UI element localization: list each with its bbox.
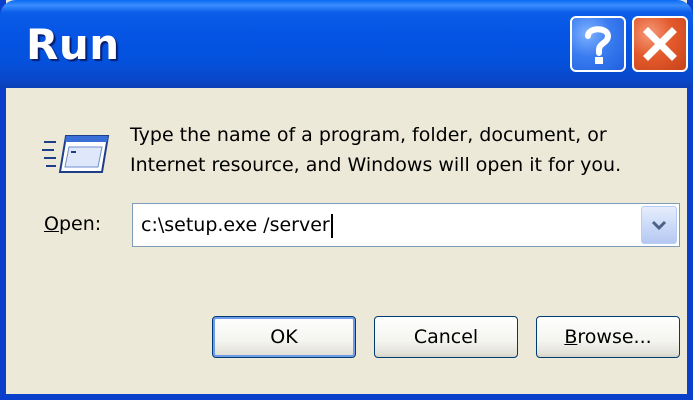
ok-button[interactable]: OK [212,316,356,358]
close-button[interactable] [632,16,688,72]
browse-accelerator: B [564,326,578,348]
title-bar[interactable]: Run [0,0,693,88]
browse-button[interactable]: Browse... [536,316,680,358]
window-title: Run [26,20,120,69]
open-combobox[interactable]: c:\setup.exe /server [132,203,680,247]
run-dialog-icon [42,135,110,173]
cancel-button[interactable]: Cancel [374,316,518,358]
browse-button-label: rowse... [577,326,652,348]
text-caret [330,213,333,238]
close-x-icon [643,27,677,61]
dialog-description: Type the name of a program, folder, docu… [130,120,670,180]
cancel-button-label: Cancel [413,326,479,348]
open-input[interactable]: c:\setup.exe /server [141,212,333,238]
help-button[interactable] [570,16,626,72]
open-label-accelerator: O [44,213,59,235]
open-label-text: pen: [58,213,102,235]
open-input-value: c:\setup.exe /server [141,214,330,236]
description-line-1: Type the name of a program, folder, docu… [130,124,607,146]
ok-button-label: OK [270,326,298,348]
open-label: Open: [44,213,101,235]
description-line-2: Internet resource, and Windows will open… [130,154,622,176]
dropdown-button[interactable] [641,206,677,244]
chevron-down-icon [651,220,667,231]
run-dialog-window: Run Type the name of a program, folder, … [0,0,693,400]
question-mark-icon [585,26,612,64]
